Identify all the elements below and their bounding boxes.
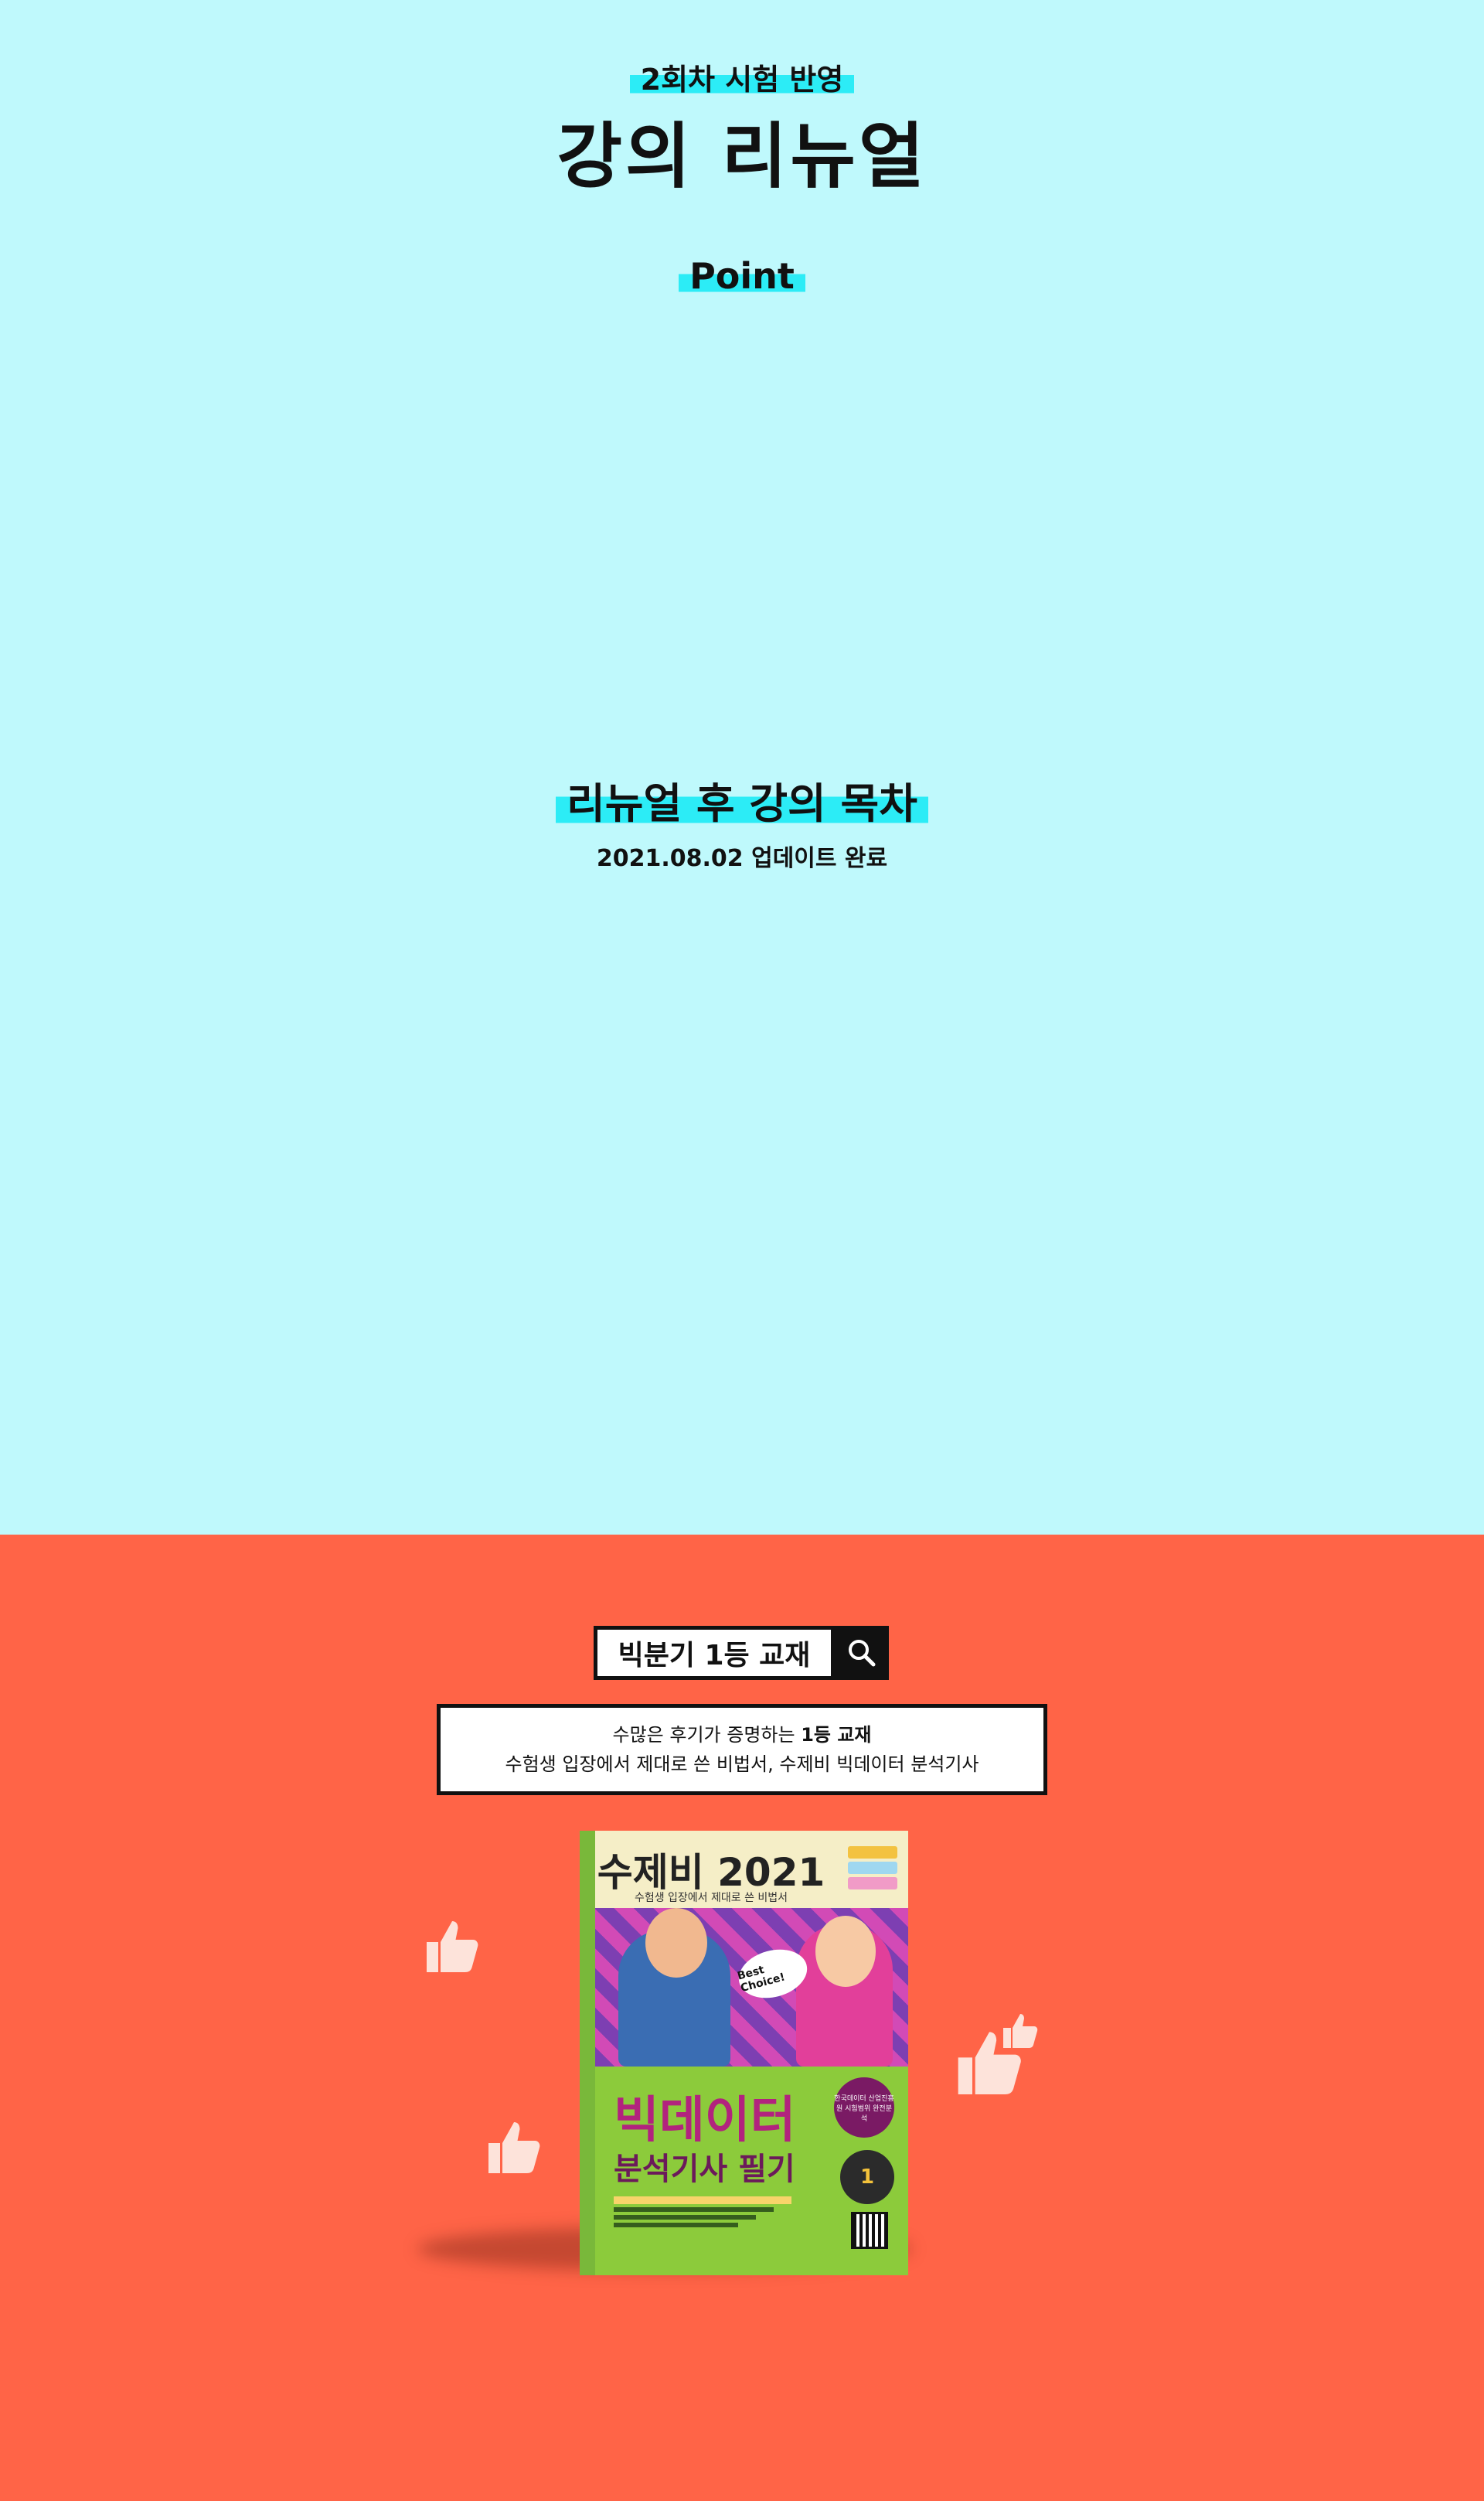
cover-main-title: 빅데이터 [614,2092,796,2149]
search-button[interactable] [835,1626,889,1680]
desc-line-2: 수험생 입장에서 제대로 쓴 비법서, 수제비 빅데이터 분석기사 [505,1753,979,1775]
promo-description: 수많은 후기가 증명하는 1등 교재 수험생 입장에서 제대로 쓴 비법서, 수… [437,1704,1047,1795]
cover-circle-badge: 한국데이터 산업진흥원 시험범위 완전분석 [834,2077,894,2138]
thumbs-up-icon [427,1921,478,1972]
cover-tags [848,1846,897,1889]
toc-title: 리뉴얼 후 강의 목차 [556,769,928,830]
qr-code-icon [851,2212,888,2249]
cover-green-panel: 빅데이터 분석기사 필기 한국데이터 산업진흥원 시험범위 완전분석 1 [595,2067,908,2275]
exam-badge: 2회차 시험 반영 [629,56,855,98]
top-section: 2회차 시험 반영 강의 리뉴얼 Point 리뉴얼 후 강의 목차 2021.… [0,0,1484,1535]
cover-sub-title: 분석기사 필기 [614,2152,795,2187]
cover-tag [848,1877,897,1889]
thumbs-up-icon [488,2122,540,2173]
cover-rank-badge: 1 [840,2150,894,2204]
search-bar[interactable]: 빅분기 1등 교재 [594,1626,889,1680]
search-icon [849,1640,876,1667]
update-note: 2021.08.02 업데이트 완료 [596,845,888,872]
exam-badge-wrap: 2회차 시험 반영 [0,56,1484,98]
book-spine [580,1831,595,2275]
illustration-man-head [645,1908,707,1978]
toc-title-wrap: 리뉴얼 후 강의 목차 [0,769,1484,830]
cover-front: 수제비 2021 수험생 입장에서 제대로 쓴 비법서 Best Choice!… [595,1831,908,2275]
desc-line-1-bold: 1등 교재 [801,1724,872,1746]
illustration-woman-head [815,1916,876,1987]
cover-fine-print [614,2196,791,2227]
cover-tag [848,1862,897,1874]
desc-line-1: 수많은 후기가 증명하는 1등 교재 [613,1720,872,1750]
book-cover: 수제비 2021 수험생 입장에서 제대로 쓴 비법서 Best Choice!… [580,1831,908,2275]
point-label-wrap: Point [0,255,1484,297]
thumbs-up-icon [1003,2014,1038,2048]
page-title: 강의 리뉴얼 [556,115,928,198]
cover-tag [848,1846,897,1859]
cover-series-sub: 수험생 입장에서 제대로 쓴 비법서 [634,1892,788,1904]
point-label: Point [679,255,805,297]
desc-line-1-text: 수많은 후기가 증명하는 [612,1724,802,1746]
cover-illustration: Best Choice! [595,1908,908,2067]
search-box[interactable]: 빅분기 1등 교재 [594,1626,835,1680]
